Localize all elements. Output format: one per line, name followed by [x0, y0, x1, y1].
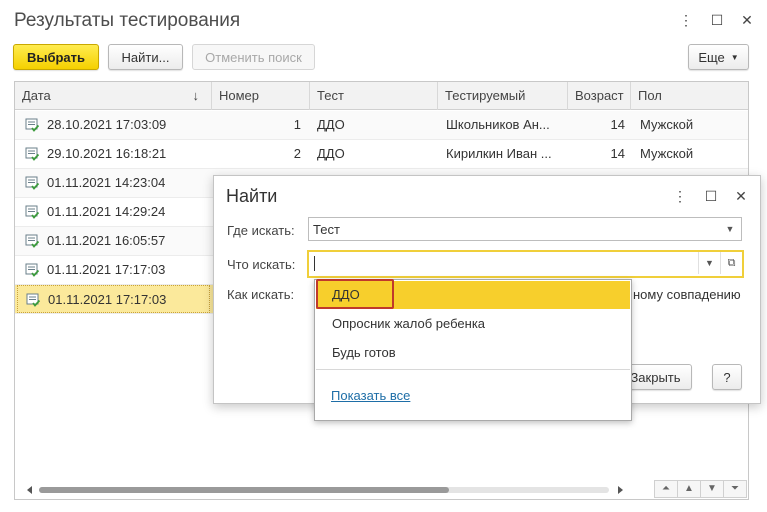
text-caret — [314, 256, 315, 271]
document-posted-icon — [25, 263, 39, 277]
dialog-maximize-icon[interactable]: ☐ — [701, 186, 721, 206]
where-value: Тест — [313, 222, 340, 237]
cell-date: 01.11.2021 16:05:57 — [17, 227, 210, 255]
cell-test: ДДО — [317, 146, 345, 161]
next-page-icon[interactable]: ▼ — [700, 480, 724, 498]
cell-number: 2 — [293, 146, 301, 161]
find-button[interactable]: Найти... — [108, 44, 183, 70]
cell-sex: Мужской — [640, 117, 694, 132]
column-header-sex[interactable]: Пол — [631, 82, 748, 110]
dropdown-item[interactable]: Опросник жалоб ребенка — [316, 310, 630, 338]
scroll-left-icon — [27, 486, 32, 494]
dropdown-arrow-icon: ▼ — [730, 52, 739, 62]
cell-date: 01.11.2021 17:17:03 — [17, 285, 210, 313]
prev-page-icon[interactable]: ▲ — [677, 480, 701, 498]
cell-person: Школьников Ан... — [446, 117, 550, 132]
highlight-annotation — [316, 279, 394, 309]
how-option-partial[interactable]: ному совпадению — [633, 287, 741, 302]
dialog-title: Найти — [226, 186, 278, 206]
column-header-test[interactable]: Тест — [310, 82, 438, 110]
cell-age: 14 — [610, 117, 625, 132]
cell-number: 1 — [293, 117, 301, 132]
column-header-number[interactable]: Номер — [212, 82, 310, 110]
column-header-person[interactable]: Тестируемый — [438, 82, 568, 110]
where-label: Где искать: — [227, 223, 295, 238]
document-posted-icon — [25, 234, 39, 248]
cell-date: 28.10.2021 17:03:09 — [17, 111, 210, 139]
document-posted-icon — [25, 147, 39, 161]
cell-age: 14 — [610, 146, 625, 161]
cell-date: 29.10.2021 16:18:21 — [17, 140, 210, 168]
more-button-label: Еще — [698, 49, 725, 65]
window-title: Результаты тестирования — [14, 10, 241, 31]
show-all-link[interactable]: Показать все — [331, 388, 410, 403]
dialog-more-icon[interactable]: ⋮ — [670, 186, 690, 206]
dropdown-item[interactable]: Будь готов — [316, 339, 630, 367]
close-icon[interactable]: ✕ — [737, 10, 757, 30]
dialog-close-icon[interactable]: ✕ — [731, 186, 751, 206]
table-row[interactable]: 28.10.2021 17:03:09 1 ДДО Школьников Ан... 1… — [15, 111, 748, 140]
scroll-right-icon — [618, 486, 623, 494]
cell-sex: Мужской — [640, 146, 694, 161]
last-page-icon[interactable]: ⏷ — [723, 480, 747, 498]
document-posted-icon — [25, 176, 39, 190]
cancel-search-button[interactable]: Отменить поиск — [192, 44, 315, 70]
column-header-age[interactable]: Возраст — [568, 82, 631, 110]
chevron-down-icon[interactable]: ▼ — [698, 252, 720, 274]
table-row[interactable]: 29.10.2021 16:18:21 2 ДДО Кирилкин Иван ...… — [15, 140, 748, 169]
table-header: Дата ↓ Номер Тест Тестируемый Возраст По… — [15, 82, 748, 110]
chevron-down-icon[interactable]: ▼ — [719, 218, 741, 240]
column-header-date[interactable]: Дата ↓ — [15, 82, 212, 110]
sort-desc-icon: ↓ — [192, 88, 200, 103]
what-label: Что искать: — [227, 257, 296, 272]
horizontal-scrollbar[interactable] — [25, 482, 625, 498]
document-posted-icon — [26, 293, 40, 307]
first-page-icon[interactable]: ⏶ — [654, 480, 678, 498]
document-posted-icon — [25, 205, 39, 219]
column-label: Дата — [22, 88, 51, 103]
help-button[interactable]: ? — [712, 364, 742, 390]
document-posted-icon — [25, 118, 39, 132]
maximize-icon[interactable]: ☐ — [707, 10, 727, 30]
cell-test: ДДО — [317, 117, 345, 132]
cell-date: 01.11.2021 14:23:04 — [17, 169, 210, 197]
dropdown-divider — [316, 369, 630, 370]
select-button[interactable]: Выбрать — [13, 44, 99, 70]
more-button[interactable]: Еще ▼ — [688, 44, 749, 70]
table-navigation: ⏶ ▲ ▼ ⏷ — [654, 480, 747, 499]
how-label: Как искать: — [227, 287, 295, 302]
cell-person: Кирилкин Иван ... — [446, 146, 552, 161]
where-field[interactable]: Тест ▼ — [308, 217, 742, 241]
cell-date: 01.11.2021 14:29:24 — [17, 198, 210, 226]
what-field[interactable]: ▼ ⧉ — [307, 250, 744, 278]
more-options-icon[interactable]: ⋮ — [676, 10, 696, 30]
cell-date: 01.11.2021 17:17:03 — [17, 256, 210, 284]
scrollbar-thumb — [39, 487, 449, 493]
open-window-icon[interactable]: ⧉ — [720, 252, 742, 274]
